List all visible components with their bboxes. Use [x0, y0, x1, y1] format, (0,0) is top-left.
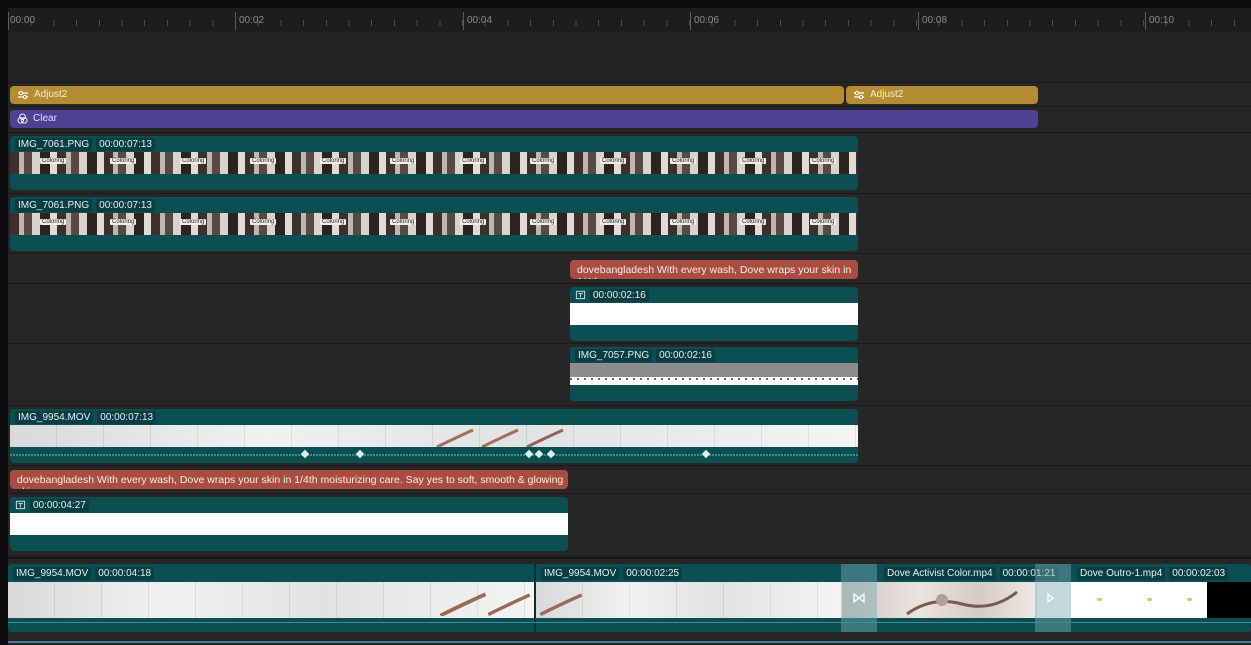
keyframe-marker[interactable]: [701, 449, 711, 459]
clip-name: IMG_9954.MOV: [15, 411, 94, 424]
track-text-2: 00:00:04:27: [8, 493, 1251, 554]
png-clip-1[interactable]: IMG_7061.PNG 00:00:07:13 Coloring Colori…: [10, 136, 858, 190]
hand-thumbnail: [481, 428, 519, 447]
timeline-ruler[interactable]: 00:00 00:02 00:04 00:06 00:08 00:10: [8, 8, 1251, 32]
clip-name: Dove Outro-1.mp4: [1077, 567, 1166, 580]
keyframe-marker[interactable]: [534, 449, 544, 459]
clip-name: IMG_7061.PNG: [15, 138, 93, 151]
hand-thumbnail: [487, 593, 531, 616]
title-clip-2[interactable]: dovebangladesh With every wash, Dove wra…: [10, 470, 568, 489]
thumbnail-strip: [536, 582, 842, 618]
title-clip-1[interactable]: dovebangladesh With every wash, Dove wra…: [570, 260, 858, 279]
track-main-storyline: IMG_9954.MOV 00:00:04:18 IMG_9954.MOV 00…: [8, 557, 1251, 645]
ruler-major-tick: [918, 12, 919, 30]
ruler-label-2: 00:02: [239, 15, 265, 26]
hand-thumbnail: [539, 593, 583, 616]
text-clip-2[interactable]: 00:00:04:27: [10, 497, 568, 551]
clear-clip-label: Clear: [33, 113, 57, 124]
ruler-major-tick: [235, 12, 236, 30]
adjust-clip-label: Adjust2: [34, 89, 68, 100]
thumbnail-strip: [10, 425, 858, 447]
hand-thumbnail: [439, 592, 487, 616]
png-clip-2[interactable]: IMG_7061.PNG 00:00:07:13 Coloring Colori…: [10, 197, 858, 251]
thumbnail-strip: Coloring Coloring Coloring Coloring Colo…: [10, 152, 858, 174]
text-preview-strip: [570, 303, 858, 325]
sliders-icon: [854, 90, 864, 99]
adjust-clip-1[interactable]: Adjust2: [10, 86, 844, 104]
ruler-label-8: 00:08: [922, 15, 948, 26]
clip-duration: 00:00:02:25: [623, 567, 683, 580]
hand-thumbnail: [906, 590, 1018, 616]
clip-duration: 00:00:07:13: [97, 411, 157, 424]
ruler-major-tick: [463, 12, 464, 30]
timeline-editor: 00:00 00:02 00:04 00:06 00:08 00:10 Adju…: [8, 8, 1251, 645]
text-preview-strip: [10, 513, 568, 535]
clip-name: IMG_7061.PNG: [15, 199, 93, 212]
adjust-clip-2[interactable]: Adjust2: [846, 86, 1038, 104]
transition-bowtie-icon: [853, 592, 865, 604]
audio-line: [8, 622, 1251, 623]
keyframe-marker[interactable]: [546, 449, 556, 459]
track-text-1: 00:00:02:16: [8, 283, 1251, 344]
thumbnail-strip: [570, 363, 858, 385]
clip-duration: 00:00:02:16: [590, 289, 649, 302]
clear-effect-clip[interactable]: Clear: [10, 110, 1038, 128]
ruler-label-10: 00:10: [1149, 15, 1175, 26]
track-png-3: IMG_7057.PNG 00:00:02:16: [8, 343, 1251, 406]
thumbnail-strip: [8, 582, 534, 618]
text-box-icon: [15, 500, 26, 510]
track-effect: Clear: [8, 106, 1251, 133]
keyframe-marker[interactable]: [524, 449, 534, 459]
keyframe-marker[interactable]: [355, 449, 365, 459]
track-video-1: IMG_9954.MOV 00:00:07:13: [8, 405, 1251, 466]
logo-dot: [1187, 598, 1192, 601]
adjust-clip-label: Adjust2: [870, 89, 904, 100]
ruler-label-4: 00:04: [467, 15, 493, 26]
clip-duration: 00:00:04:18: [95, 567, 155, 580]
keyframe-marker[interactable]: [300, 449, 310, 459]
track-adjustment: Adjust2 Adjust2: [8, 82, 1251, 107]
clip-name: IMG_7057.PNG: [575, 349, 653, 362]
ruler-label-0: 00:00: [10, 15, 36, 26]
empty-track-area[interactable]: [8, 32, 1251, 82]
logo-dot: [1097, 598, 1102, 601]
clip-duration: 00:00:04:27: [30, 499, 89, 512]
clip-duration: 00:00:02:16: [656, 349, 715, 362]
playhead-range-bar[interactable]: [8, 641, 1251, 643]
ruler-major-tick: [1145, 12, 1146, 30]
png-clip-3[interactable]: IMG_7057.PNG 00:00:02:16: [570, 347, 858, 401]
audio-waveform-line: [10, 454, 858, 456]
title-clip-text: dovebangladesh With every wash, Dove wra…: [17, 474, 564, 489]
sliders-icon: [18, 90, 28, 99]
clip-duration: 00:00:02:03: [1169, 567, 1229, 580]
logo-dot: [1147, 598, 1152, 601]
ruler-label-6: 00:06: [694, 15, 720, 26]
track-title-1: dovebangladesh With every wash, Dove wra…: [8, 253, 1251, 284]
color-circles-icon: [17, 113, 28, 124]
ruler-major-tick: [8, 12, 9, 30]
text-clip-1[interactable]: 00:00:02:16: [570, 287, 858, 341]
video-clip-1[interactable]: IMG_9954.MOV 00:00:07:13: [10, 409, 858, 463]
track-title-2: dovebangladesh With every wash, Dove wra…: [8, 465, 1251, 494]
text-box-icon: [575, 290, 586, 300]
track-png-1: IMG_7061.PNG 00:00:07:13 Coloring Colori…: [8, 132, 1251, 194]
clip-duration: 00:00:07:13: [96, 199, 155, 212]
main-storyline: IMG_9954.MOV 00:00:04:18 IMG_9954.MOV 00…: [8, 564, 1251, 632]
thumbnail-strip: Coloring Coloring Coloring Coloring Colo…: [10, 213, 858, 235]
transition-bowtie-icon: [1047, 592, 1055, 604]
track-png-2: IMG_7061.PNG 00:00:07:13 Coloring Colori…: [8, 193, 1251, 254]
clip-duration: 00:00:07:13: [96, 138, 155, 151]
ruler-minor-ticks: [8, 20, 1251, 26]
hand-thumbnail: [436, 428, 474, 447]
title-clip-text: dovebangladesh With every wash, Dove wra…: [577, 264, 852, 279]
clip-name: Dove Activist Color.mp4: [884, 567, 996, 580]
ruler-major-tick: [690, 12, 691, 30]
hand-thumbnail: [526, 428, 564, 447]
clip-name: IMG_9954.MOV: [13, 567, 92, 580]
clip-name: IMG_9954.MOV: [541, 567, 620, 580]
